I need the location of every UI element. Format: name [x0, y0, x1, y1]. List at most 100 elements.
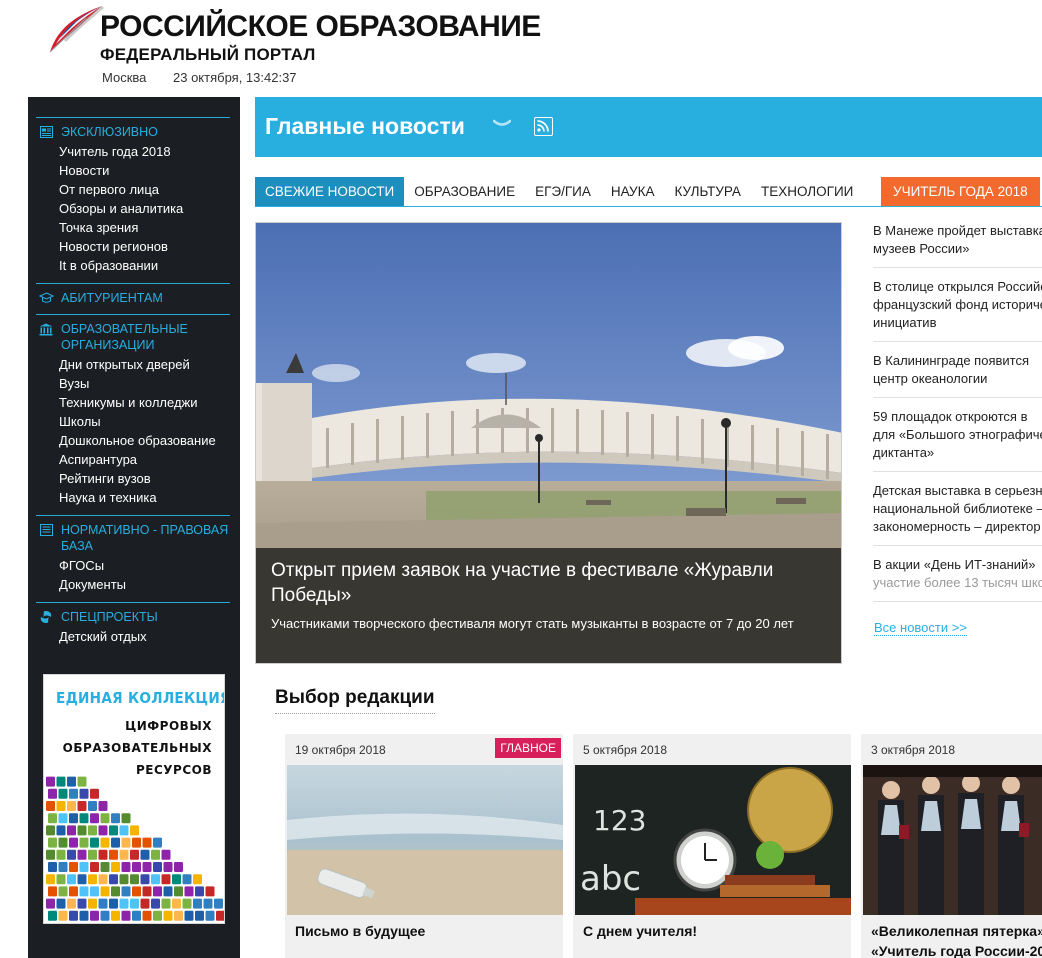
mosaic-tile — [195, 910, 204, 921]
mosaic-tile — [163, 910, 173, 921]
mosaic-tile — [48, 886, 57, 897]
mosaic-tile — [182, 874, 192, 885]
editors-choice-title: Выбор редакции — [275, 687, 435, 714]
mosaic-tile — [161, 874, 171, 885]
mosaic-tile — [46, 825, 55, 836]
mosaic-tile — [153, 910, 162, 921]
mosaic-tile — [79, 886, 89, 897]
mosaic-tile — [130, 874, 139, 885]
mosaic-tile — [98, 849, 108, 860]
sidebar-item-it[interactable]: It в образовании — [59, 256, 230, 275]
sidebar-item-reviews[interactable]: Обзоры и аналитика — [59, 199, 230, 218]
teachers-award-image — [863, 765, 1042, 915]
sidebar-item-schools[interactable]: Школы — [59, 412, 230, 431]
sidebar-head-legal[interactable]: НОРМАТИВНО - ПРАВОВАЯ БАЗА — [36, 516, 230, 554]
editor-card[interactable]: 3 октября 2018 «Великолепная пятерка» «У… — [861, 734, 1042, 958]
mosaic-tile — [109, 874, 118, 885]
news-item[interactable]: В столице открылся Российско-французский… — [873, 278, 1042, 342]
news-item[interactable]: В Калининграде появится центр океанологии — [873, 352, 1042, 398]
mosaic-tile — [163, 862, 173, 872]
mosaic-tile — [203, 898, 213, 909]
card-title[interactable]: С днем учителя! — [583, 921, 697, 941]
sidebar-item-universities[interactable]: Вузы — [59, 374, 230, 393]
mosaic-tile — [174, 910, 183, 921]
card-image: 123 abc — [575, 765, 851, 915]
rss-icon[interactable] — [534, 117, 553, 136]
mosaic-tile — [98, 801, 108, 811]
mosaic-tile — [67, 776, 76, 787]
mosaic-tile — [142, 886, 152, 897]
all-news-link[interactable]: Все новости >> — [874, 620, 967, 636]
mosaic-tile — [193, 898, 202, 909]
mosaic-tile — [151, 849, 160, 860]
sidebar-item-kids-rest[interactable]: Детский отдых — [59, 627, 230, 646]
hero-title[interactable]: Открыт прием заявок на участие в фестива… — [271, 558, 826, 608]
tab-fresh-news[interactable]: СВЕЖИЕ НОВОСТИ — [255, 177, 405, 206]
news-item[interactable]: В акции «День ИТ-знаний» участие более 13… — [873, 556, 1042, 602]
mosaic-tile — [109, 898, 118, 909]
tab-teacher-of-year[interactable]: УЧИТЕЛЬ ГОДА 2018 — [881, 177, 1040, 206]
sidebar-section-applicants: АБИТУРИЕНТАМ — [36, 283, 230, 306]
news-item[interactable]: 59 площадок откроются в для «Большого этн… — [873, 408, 1042, 472]
mosaic-tile — [151, 898, 160, 909]
mosaic-tile — [111, 886, 120, 897]
mosaic-tile — [88, 801, 97, 811]
sidebar-item-teacher-of-year[interactable]: Учитель года 2018 — [59, 142, 230, 161]
card-title[interactable]: «Великолепная пятерка» «Учитель года Рос… — [871, 921, 1042, 958]
mosaic-tile — [121, 910, 131, 921]
sidebar-item-open-days[interactable]: Дни открытых дверей — [59, 355, 230, 374]
mosaic-tile — [153, 862, 162, 872]
tab-education[interactable]: ОБРАЗОВАНИЕ — [404, 177, 525, 206]
sidebar-head-organizations[interactable]: ОБРАЗОВАТЕЛЬНЫЕ ОРГАНИЗАЦИИ — [36, 315, 230, 353]
mosaic-tile — [140, 898, 150, 909]
sidebar-item-first-person[interactable]: От первого лица — [59, 180, 230, 199]
sidebar-head-applicants[interactable]: АБИТУРИЕНТАМ — [36, 284, 230, 306]
mosaic-tile — [100, 910, 110, 921]
mosaic-tile — [98, 898, 108, 909]
sidebar-item-news[interactable]: Новости — [59, 161, 230, 180]
mosaic-tile — [184, 886, 194, 897]
sidebar-item-colleges[interactable]: Техникумы и колледжи — [59, 393, 230, 412]
sidebar-item-viewpoint[interactable]: Точка зрения — [59, 218, 230, 237]
sidebar-head-special[interactable]: СПЕЦПРОЕКТЫ — [36, 603, 230, 625]
chevron-down-icon[interactable] — [493, 119, 511, 129]
mosaic-tile — [90, 813, 99, 824]
mosaic-tile — [69, 886, 78, 897]
sidebar-item-regions[interactable]: Новости регионов — [59, 237, 230, 256]
sidebar-item-ratings[interactable]: Рейтинги вузов — [59, 469, 230, 488]
sidebar-head-exclusive[interactable]: ЭКСКЛЮЗИВНО — [36, 118, 230, 140]
site-title[interactable]: РОССИЙСКОЕ ОБРАЗОВАНИЕ — [100, 10, 541, 44]
mosaic-tile — [130, 849, 139, 860]
sidebar-section-special: СПЕЦПРОЕКТЫ Детский отдых — [36, 602, 230, 646]
card-date: 3 октября 2018 — [871, 743, 955, 757]
main-badge: ГЛАВНОЕ — [495, 738, 561, 758]
sidebar-item-preschool[interactable]: Дошкольное образование — [59, 431, 230, 450]
tab-science[interactable]: НАУКА — [601, 177, 665, 206]
tab-ege[interactable]: ЕГЭ/ГИА — [525, 177, 601, 206]
svg-text:abc: abc — [580, 859, 641, 899]
mosaic-tile — [67, 825, 76, 836]
tab-technology[interactable]: ТЕХНОЛОГИИ — [751, 177, 863, 206]
tab-culture[interactable]: КУЛЬТУРА — [665, 177, 751, 206]
hero-news[interactable]: Открыт прием заявок на участие в фестива… — [255, 222, 842, 664]
main-news-title[interactable]: Главные новости — [265, 113, 465, 140]
sidebar-item-science[interactable]: Наука и техника — [59, 488, 230, 507]
city-label: Москва — [102, 70, 147, 85]
editor-card[interactable]: 5 октября 2018 123 abc С днем учителя! — [573, 734, 851, 958]
mosaic-tile — [132, 862, 141, 872]
news-tabs: СВЕЖИЕ НОВОСТИ ОБРАЗОВАНИЕ ЕГЭ/ГИА НАУКА… — [255, 177, 1042, 207]
collection-banner[interactable]: ЕДИНАЯ КОЛЛЕКЦИЯ ЦИФРОВЫХ ОБРАЗОВАТЕЛЬНЫ… — [43, 674, 225, 924]
sidebar-item-postgraduate[interactable]: Аспирантура — [59, 450, 230, 469]
mosaic-image — [46, 776, 224, 921]
card-date: 19 октября 2018 — [295, 743, 386, 757]
editor-card[interactable]: 19 октября 2018 ГЛАВНОЕ Письмо в будущее — [285, 734, 563, 958]
news-item[interactable]: В Манеже пройдет выставка музеев России» — [873, 222, 1042, 268]
card-title[interactable]: Письмо в будущее — [295, 921, 425, 941]
site-logo[interactable] — [46, 4, 106, 54]
sidebar-item-documents[interactable]: Документы — [59, 575, 230, 594]
sidebar-item-fgos[interactable]: ФГОСы — [59, 556, 230, 575]
mosaic-tile — [109, 849, 118, 860]
mosaic-tile — [67, 898, 76, 909]
news-item[interactable]: Детская выставка в серьезной национальной… — [873, 482, 1042, 546]
mosaic-tile — [109, 825, 118, 836]
